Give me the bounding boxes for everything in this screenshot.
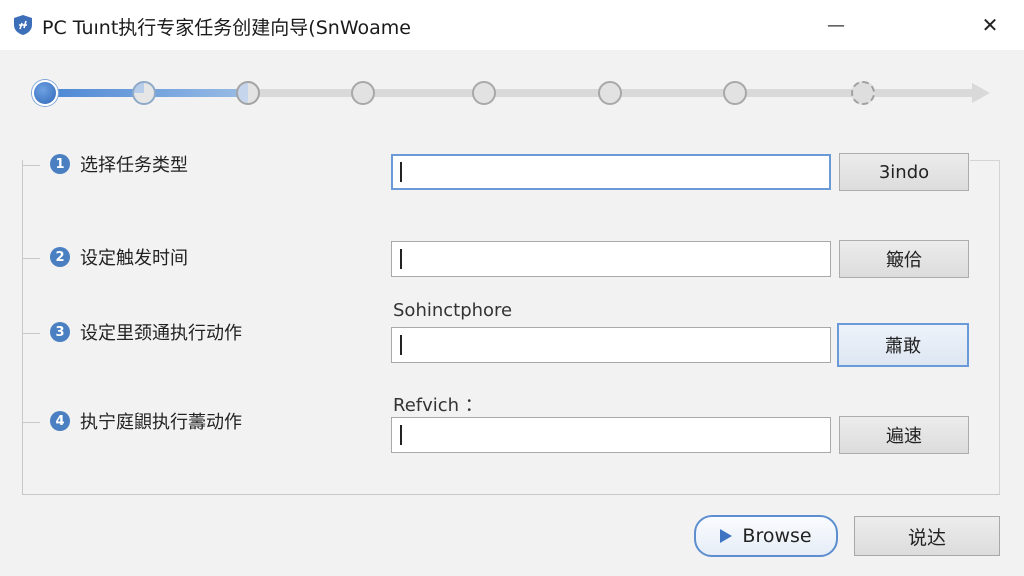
step-dot-1[interactable] bbox=[32, 80, 58, 106]
step-dot-final-gear-icon[interactable] bbox=[851, 81, 875, 105]
text-caret bbox=[400, 335, 402, 355]
step-title: 选择任务类型 bbox=[80, 155, 188, 176]
track-arrow-icon bbox=[972, 83, 990, 103]
step-dot-6[interactable] bbox=[598, 81, 622, 105]
play-icon bbox=[720, 529, 733, 543]
step-4-field-caption: Refvich ： bbox=[393, 395, 483, 416]
step-dot-2[interactable] bbox=[132, 81, 156, 105]
step-dot-4[interactable] bbox=[351, 81, 375, 105]
browse-label: Browse bbox=[742, 525, 812, 547]
window-title: PC Tuınt执行专家任务创建向导(SnWoame bbox=[42, 17, 411, 39]
step-3-field-caption: Sohinctphore bbox=[393, 300, 513, 321]
panel-border-top bbox=[970, 160, 1000, 161]
close-button[interactable]: ✕ bbox=[964, 0, 1016, 50]
task-type-input[interactable] bbox=[391, 154, 831, 190]
step-number-badge: 3 bbox=[50, 322, 70, 342]
row-connector bbox=[22, 422, 40, 423]
step-number-badge: 2 bbox=[50, 247, 70, 267]
text-caret bbox=[400, 425, 402, 445]
close-icon: ✕ bbox=[981, 13, 999, 37]
trigger-time-input[interactable] bbox=[391, 241, 831, 277]
step-1-action-button[interactable]: 3indo bbox=[839, 153, 969, 191]
step-number-badge: 1 bbox=[50, 154, 70, 174]
wizard-window: PC Tuınt执行专家任务创建向导(SnWoame — ✕ 1 选择任务类型 … bbox=[0, 0, 1024, 576]
app-shield-icon bbox=[12, 14, 34, 36]
panel-border-left bbox=[22, 160, 23, 494]
step-1-label: 1 选择任务类型 bbox=[50, 151, 188, 177]
step-3-action-button[interactable]: 蕭敢 bbox=[837, 323, 969, 367]
step-dot-3[interactable] bbox=[236, 81, 260, 105]
text-caret bbox=[400, 162, 402, 182]
step-4-action-button[interactable]: 遍速 bbox=[839, 416, 969, 454]
step-4-label: 4 执宁庭鼰执行薵动作 bbox=[50, 408, 242, 434]
panel-border-right bbox=[999, 160, 1000, 494]
step-title: 设定触发时间 bbox=[80, 248, 188, 269]
step-3-label: 3 设定里颈通执行动作 bbox=[50, 319, 242, 345]
text-caret bbox=[400, 249, 402, 269]
panel-border-bottom bbox=[22, 494, 1000, 495]
step-dot-7[interactable] bbox=[723, 81, 747, 105]
step-number-badge: 4 bbox=[50, 411, 70, 431]
step-2-action-button[interactable]: 簸佮 bbox=[839, 240, 969, 278]
row-connector bbox=[22, 165, 40, 166]
step-dot-5[interactable] bbox=[472, 81, 496, 105]
step-title: 设定里颈通执行动作 bbox=[80, 323, 242, 344]
row-connector bbox=[22, 333, 40, 334]
title-bar: PC Tuınt执行专家任务创建向导(SnWoame — ✕ bbox=[0, 0, 1024, 50]
action-input[interactable] bbox=[391, 327, 831, 363]
secondary-action-input[interactable] bbox=[391, 417, 831, 453]
wizard-progress-stepper bbox=[0, 60, 1024, 124]
step-2-label: 2 设定触发时间 bbox=[50, 244, 188, 270]
cancel-button[interactable]: 说达 bbox=[854, 516, 1000, 556]
minimize-icon: — bbox=[827, 14, 845, 36]
minimize-button[interactable]: — bbox=[810, 0, 862, 50]
step-title: 执宁庭鼰执行薵动作 bbox=[80, 412, 242, 433]
browse-button[interactable]: Browse bbox=[694, 515, 838, 557]
row-connector bbox=[22, 258, 40, 259]
